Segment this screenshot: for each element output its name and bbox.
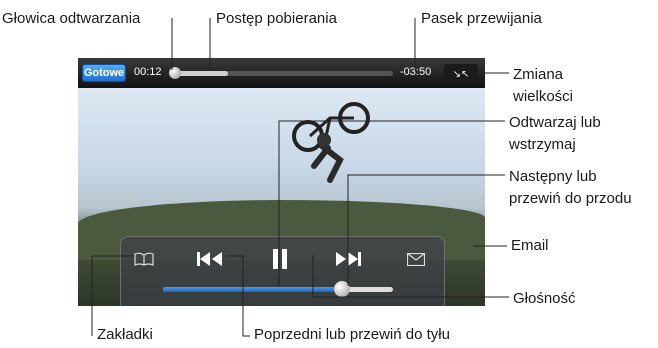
callout-play-pause-line2: wstrzymaj: [509, 136, 576, 153]
done-button[interactable]: Gotowe: [82, 64, 126, 82]
elapsed-time: 00:12: [134, 66, 162, 78]
video-player: Gotowe 00:12 -03:50 ↘↖: [78, 58, 485, 306]
remaining-time: -03:50: [400, 66, 432, 78]
callout-volume: Głośność: [513, 290, 576, 307]
playhead[interactable]: [169, 67, 181, 79]
callout-download-progress: Postęp pobierania: [216, 10, 337, 27]
next-button[interactable]: [333, 246, 363, 272]
bookmarks-button[interactable]: [131, 247, 157, 271]
volume-fill: [163, 287, 338, 292]
email-icon: [407, 252, 425, 266]
scale-icon: ↘↖: [452, 68, 470, 80]
download-progress: [173, 71, 228, 76]
bookmarks-icon: [134, 252, 154, 266]
top-bar: Gotowe 00:12 -03:50 ↘↖: [78, 58, 485, 88]
volume-slider[interactable]: [163, 287, 393, 292]
playback-controls: [120, 236, 445, 306]
scrubber-bar[interactable]: [173, 71, 393, 76]
volume-knob[interactable]: [334, 281, 350, 297]
callout-email: Email: [511, 237, 549, 254]
scale-button[interactable]: ↘↖: [444, 64, 478, 84]
previous-button[interactable]: [195, 246, 225, 272]
previous-icon: [197, 252, 222, 266]
callout-bookmarks: Zakładki: [97, 326, 153, 343]
callout-playhead: Głowica odtwarzania: [2, 10, 141, 27]
callout-next-line2: przewiń do przodu: [509, 190, 632, 207]
play-pause-button[interactable]: [267, 244, 293, 274]
callout-scale-line1: Zmiana: [513, 66, 564, 83]
pause-icon: [273, 249, 287, 269]
next-icon: [336, 252, 361, 266]
email-button[interactable]: [403, 247, 429, 271]
callout-scale-line2: wielkości: [513, 88, 574, 105]
callout-scrubber-bar: Pasek przewijania: [421, 10, 542, 27]
callout-next-line1: Następny lub: [509, 168, 597, 185]
callout-previous: Poprzedni lub przewiń do tyłu: [254, 326, 450, 343]
callout-play-pause-line1: Odtwarzaj lub: [509, 114, 601, 131]
